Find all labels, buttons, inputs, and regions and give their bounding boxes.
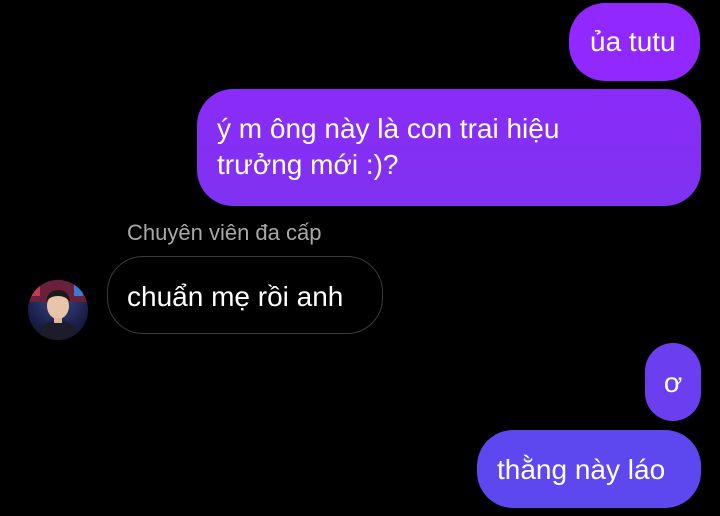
outgoing-message-bubble[interactable]: ý m ông này là con trai hiệu trưởng mới … [197,89,701,206]
outgoing-message-bubble[interactable]: ủa tutu [569,3,700,81]
message-text-line: ý m ông này là con trai hiệu [217,113,560,144]
chat-thread: ủa tutu ý m ông này là con trai hiệu trư… [0,0,720,516]
message-text: thằng này láo [497,454,666,485]
person-avatar-icon [28,280,88,340]
message-text: ơ [663,367,683,398]
avatar[interactable] [28,280,88,340]
message-text-line: trưởng mới :)? [217,149,399,180]
outgoing-message-bubble[interactable]: thằng này láo [477,430,701,508]
sender-name: Chuyên viên đa cấp [127,220,322,245]
outgoing-message-bubble[interactable]: ơ [645,343,701,421]
incoming-message-bubble[interactable]: chuẩn mẹ rồi anh [107,256,383,334]
message-text: ủa tutu [590,26,676,57]
message-text: chuẩn mẹ rồi anh [127,281,344,312]
